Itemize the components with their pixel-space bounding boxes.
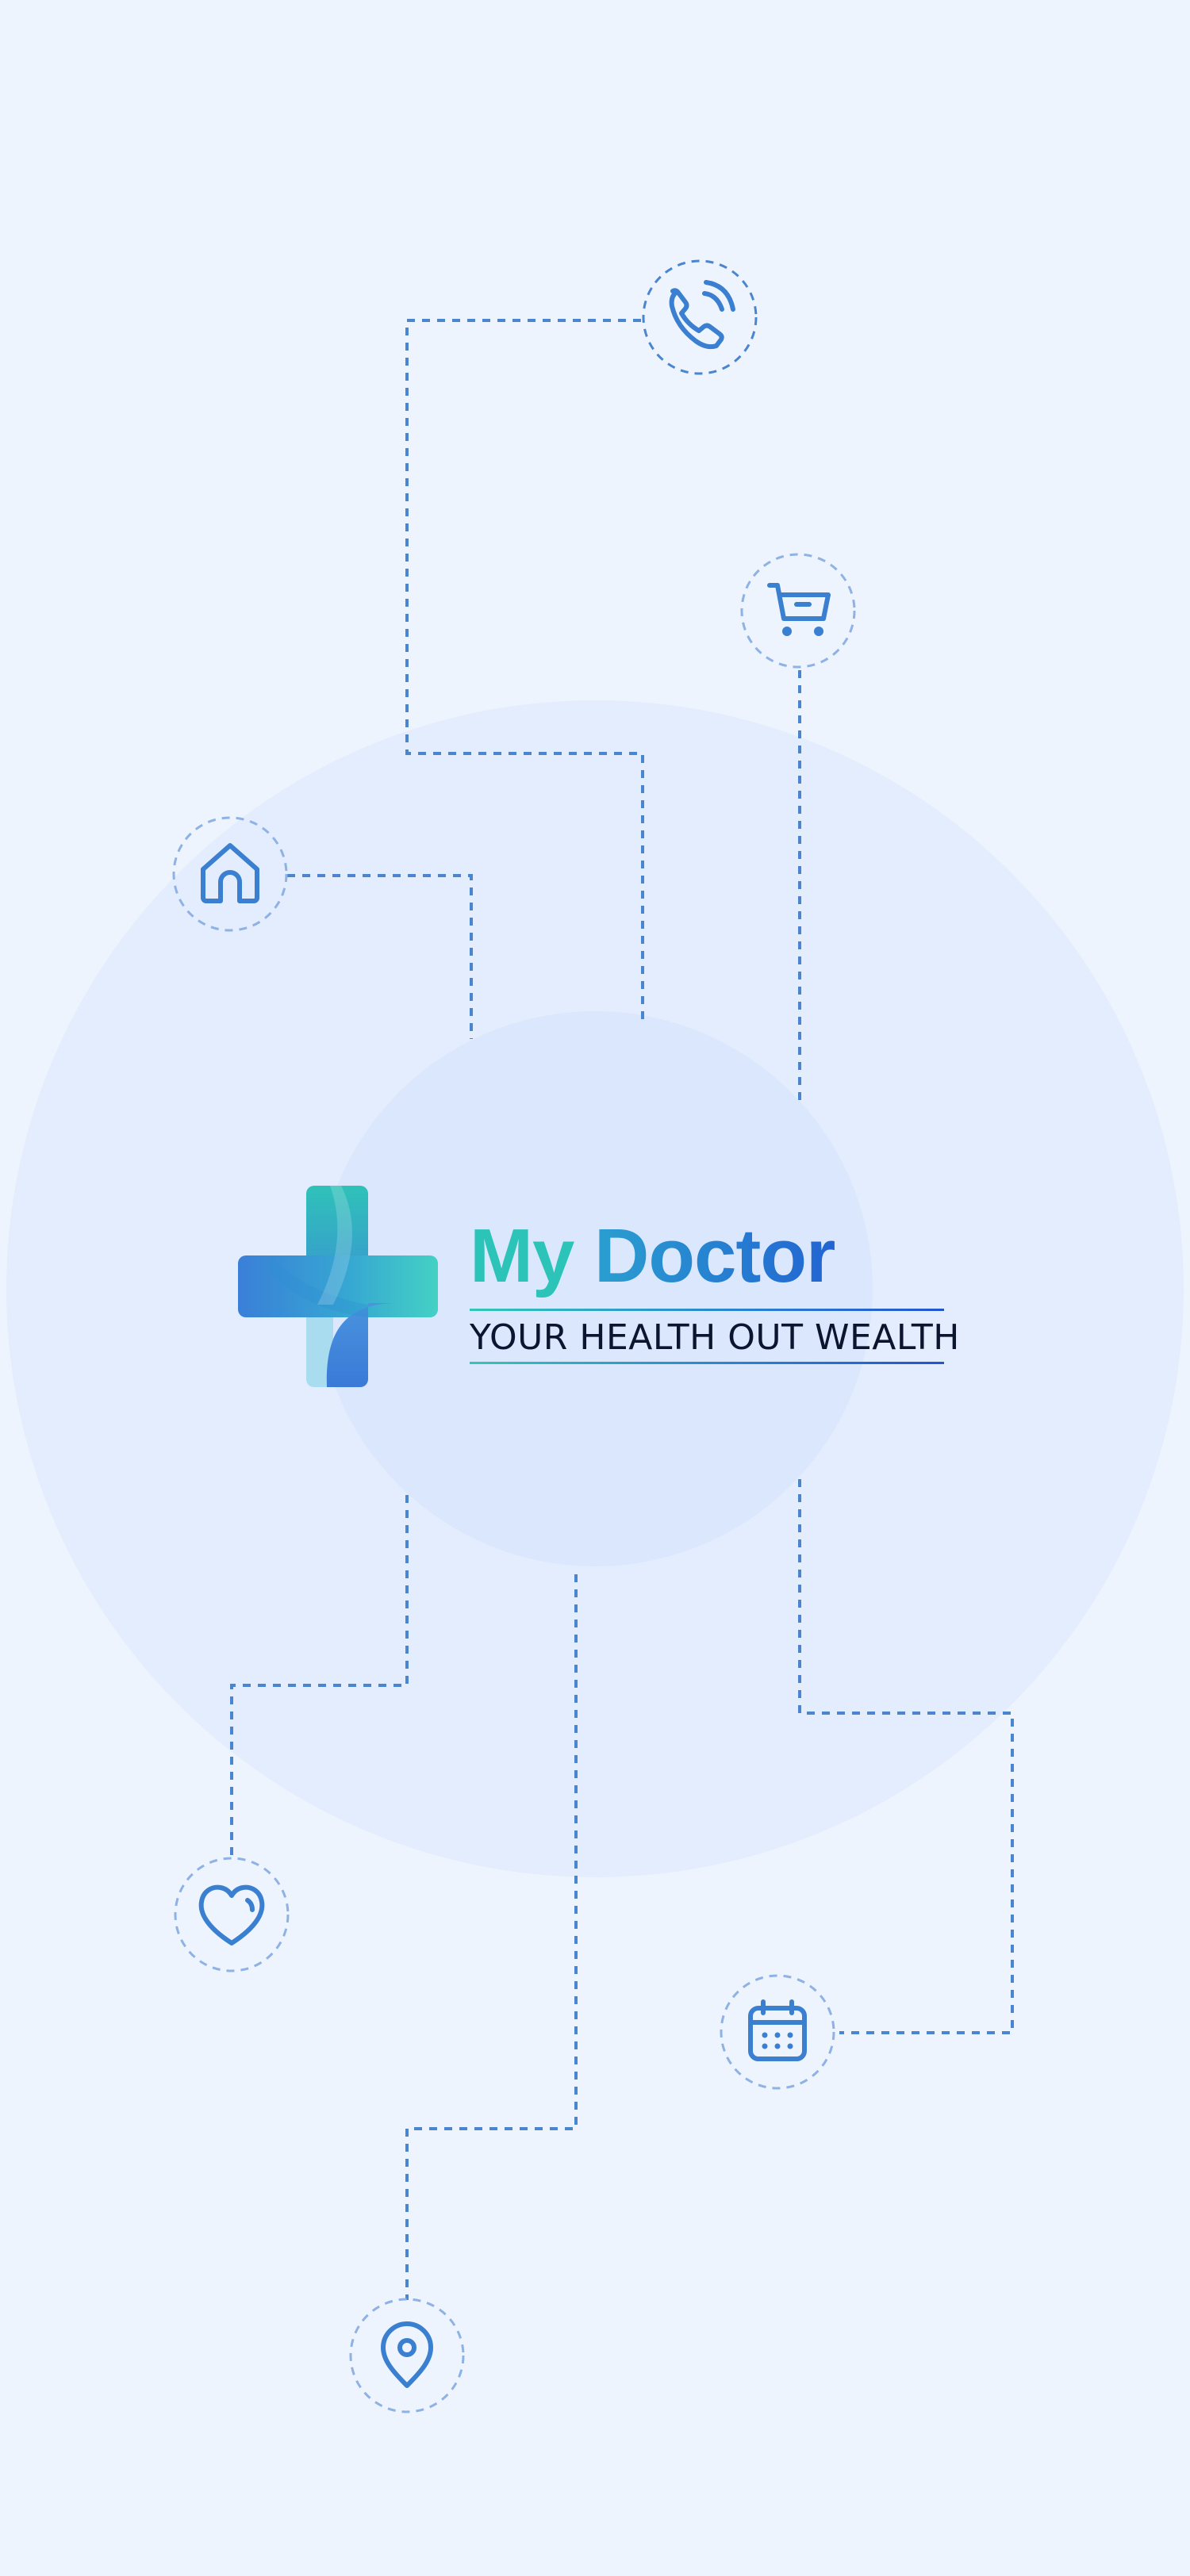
brand-name: My Doctor [470,1213,835,1300]
home-icon[interactable] [171,815,289,933]
brand-name-part2: Doctor [594,1213,835,1298]
brand-logo: My Doctor YOUR HEALTH OUT WEALTH [238,1186,960,1392]
heart-icon[interactable] [173,1856,290,1973]
tagline-block: YOUR HEALTH OUT WEALTH [470,1309,960,1364]
phone-icon[interactable] [641,259,758,376]
brand-name-part1: My [470,1213,574,1298]
location-pin-icon[interactable] [348,2297,466,2414]
tagline-divider-bottom [470,1362,944,1364]
medical-cross-icon [238,1186,438,1387]
cart-icon[interactable] [739,552,857,669]
calendar-icon[interactable] [719,1973,836,2091]
tagline: YOUR HEALTH OUT WEALTH [470,1317,960,1358]
